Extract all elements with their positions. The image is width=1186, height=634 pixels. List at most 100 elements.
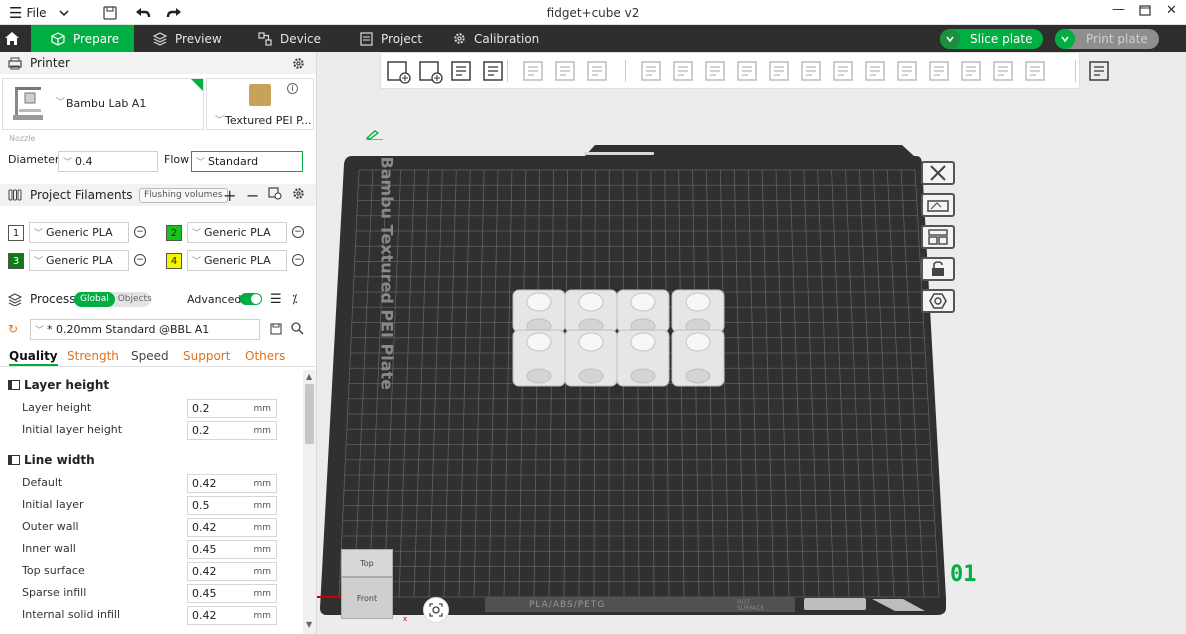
view-cube-top[interactable]: Top (341, 549, 393, 577)
printer-image-icon (11, 85, 45, 126)
toggle-global[interactable]: Global (74, 291, 115, 307)
search-icon[interactable] (291, 322, 304, 338)
filament-select[interactable]: ﹀ Generic PLA (187, 250, 287, 271)
param-value-input[interactable]: 0.2 mm (187, 421, 277, 440)
param-label: Inner wall (22, 542, 76, 555)
chevron-down-icon[interactable]: ﹀ (56, 95, 65, 108)
plate-card[interactable]: i ﹀ Textured PEI P... (206, 78, 314, 130)
remove-filament-icon[interactable]: − (292, 254, 304, 266)
delete-plate-icon[interactable] (921, 161, 955, 185)
remove-filament-icon[interactable]: − (134, 226, 146, 238)
view-cube[interactable]: Top Front (341, 549, 393, 619)
hot-surface-text: HOT SURFACE (737, 599, 765, 612)
plate-number[interactable]: 01 (950, 562, 977, 587)
filament-select[interactable]: ﹀ Generic PLA (29, 250, 129, 271)
printer-section-header: Printer (0, 52, 316, 74)
bed-label: Bambu Textured PEI Plate (377, 156, 397, 391)
filament-select[interactable]: ﹀ Generic PLA (187, 222, 287, 243)
param-label: Sparse infill (22, 586, 87, 599)
param-value-input[interactable]: 0.42 mm (187, 562, 277, 581)
slice-plate-button[interactable]: Slice plate (940, 29, 1043, 49)
remove-filament-icon[interactable]: − (292, 226, 304, 238)
tab-calibration[interactable]: Calibration (453, 25, 539, 52)
diameter-select[interactable]: ﹀ 0.4 (58, 151, 158, 172)
home-button[interactable] (0, 25, 31, 52)
print-plate-button[interactable]: Print plate (1055, 29, 1159, 49)
build-plate[interactable] (317, 52, 1186, 634)
maximize-icon[interactable] (1139, 4, 1151, 20)
remove-filament-button[interactable]: − (246, 186, 259, 205)
param-value-input[interactable]: 0.42 mm (187, 606, 277, 625)
layers-icon (8, 292, 22, 306)
reset-view-button[interactable] (423, 597, 449, 623)
device-icon (258, 31, 272, 46)
param-label: Layer height (22, 401, 92, 414)
tab-preview[interactable]: Preview (153, 25, 222, 52)
process-tab-strength[interactable]: Strength (67, 349, 119, 363)
chevron-down-icon: ﹀ (63, 158, 73, 168)
x-axis-label: x (403, 615, 408, 623)
param-value-input[interactable]: 0.2 mm (187, 399, 277, 418)
info-icon[interactable]: i (287, 83, 298, 94)
process-preset-select[interactable]: ﹀ * 0.20mm Standard @BBL A1 (30, 319, 260, 340)
param-label: Outer wall (22, 520, 79, 533)
reset-icon[interactable]: ↻ (8, 322, 18, 336)
process-tab-quality[interactable]: Quality (9, 349, 58, 366)
divider (0, 366, 316, 367)
camera-icon (429, 603, 443, 617)
main-tab-bar: Prepare Preview Device Project Calibrati… (0, 25, 1186, 52)
gear-icon[interactable] (292, 57, 305, 70)
settings-sidebar: Printer ﹀ Bambu Lab A1 i ﹀ Textured PEI … (0, 52, 317, 634)
list-icon[interactable]: ☰ (270, 292, 282, 307)
printer-card[interactable]: ﹀ Bambu Lab A1 (2, 78, 204, 130)
remove-filament-icon[interactable]: − (134, 254, 146, 266)
app-window: ☰ File fidget+cube v2 — ✕ Prepare Previe… (0, 0, 1186, 634)
minimize-icon[interactable]: — (1112, 2, 1125, 17)
toggle-objects[interactable]: Objects (115, 294, 152, 304)
param-label: Top surface (22, 564, 85, 577)
plate-settings-icon[interactable] (921, 289, 955, 313)
process-tab-support[interactable]: Support (183, 349, 230, 363)
advanced-label: Advanced (187, 292, 242, 306)
process-tab-others[interactable]: Others (245, 349, 285, 363)
filament-color-swatch[interactable]: 3 (8, 253, 24, 269)
filament-icon (8, 189, 22, 201)
lock-icon[interactable] (921, 257, 955, 281)
close-icon[interactable]: ✕ (1166, 3, 1177, 18)
view-cube-front[interactable]: Front (341, 577, 393, 619)
gear-icon[interactable] (292, 187, 305, 203)
gear-icon (454, 33, 465, 44)
save-icon[interactable] (270, 323, 282, 338)
param-value-input[interactable]: 0.45 mm (187, 584, 277, 603)
3d-viewport[interactable]: Bambu Textured PEI Plate PLA/ABS/PETG HO… (317, 52, 1186, 634)
chevron-down-icon[interactable]: ﹀ (215, 113, 224, 126)
textured-plate-icon (249, 84, 271, 106)
param-value-input[interactable]: 0.42 mm (187, 518, 277, 537)
add-filament-button[interactable]: + (223, 186, 236, 205)
process-tab-speed[interactable]: Speed (131, 349, 169, 363)
compare-icon[interactable]: ⁒ (292, 292, 297, 306)
param-value-input[interactable]: 0.5 mm (187, 496, 277, 515)
flow-select[interactable]: ﹀ Standard (191, 151, 303, 172)
advanced-switch[interactable] (240, 293, 262, 305)
filament-select[interactable]: ﹀ Generic PLA (29, 222, 129, 243)
chevron-down-icon[interactable] (1055, 29, 1075, 49)
filament-color-swatch[interactable]: 1 (8, 225, 24, 241)
param-value-input[interactable]: 0.42 mm (187, 474, 277, 493)
filament-color-swatch[interactable]: 2 (166, 225, 182, 241)
tab-device[interactable]: Device (258, 25, 321, 52)
arrange-icon[interactable] (921, 225, 955, 249)
chevron-down-icon: ﹀ (196, 158, 206, 168)
tab-project[interactable]: Project (360, 25, 422, 52)
flushing-volumes-button[interactable]: Flushing volumes (139, 187, 228, 203)
auto-orient-icon[interactable] (921, 193, 955, 217)
global-objects-toggle[interactable]: Global Objects (74, 291, 152, 307)
plate-name: Textured PEI P... (225, 114, 312, 127)
chevron-down-icon[interactable] (940, 29, 960, 49)
param-value-input[interactable]: 0.45 mm (187, 540, 277, 559)
document-icon (360, 31, 373, 46)
sync-filament-icon[interactable] (268, 187, 282, 203)
filament-color-swatch[interactable]: 4 (166, 253, 182, 269)
tab-prepare[interactable]: Prepare (31, 25, 134, 52)
sidebar-scrollbar[interactable]: ▲ ▼ (303, 370, 316, 634)
